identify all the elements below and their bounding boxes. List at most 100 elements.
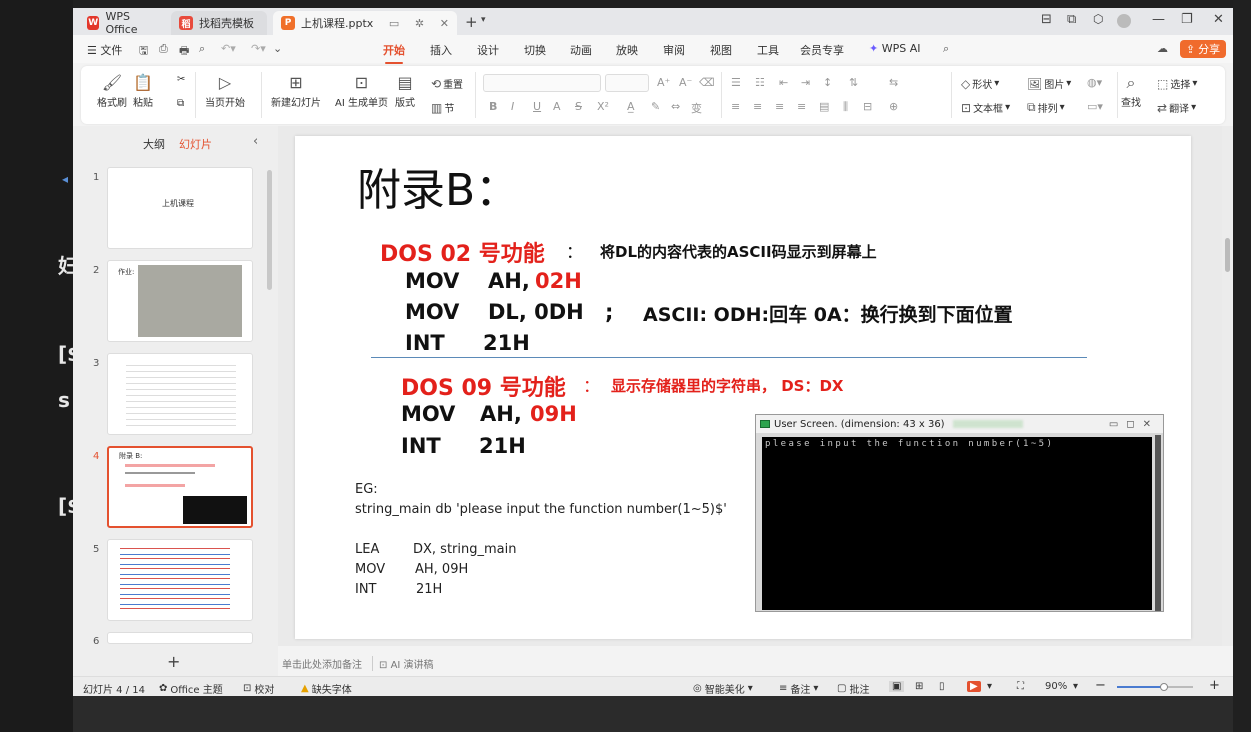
minimize-icon[interactable]: — (1152, 12, 1165, 27)
example-string[interactable]: string_main db 'please input the functio… (355, 502, 727, 517)
save-icon[interactable]: 🖫 (139, 42, 148, 61)
image-button[interactable]: 🖼 图片 ▾ (1027, 76, 1071, 92)
font-size-dropdown[interactable] (605, 74, 649, 92)
slide-thumbnail-1[interactable]: 上机课程 (107, 167, 253, 249)
text-direction-icon[interactable]: ⇅ (849, 76, 858, 89)
justify-icon[interactable]: ≡ (797, 100, 806, 113)
menu-view[interactable]: 视图 (710, 42, 732, 58)
cloud-upload-icon[interactable]: ☁ (1157, 42, 1168, 55)
undo-icon[interactable]: ↶▾ (221, 42, 236, 55)
share-button[interactable]: ⇪ 分享 (1180, 40, 1226, 58)
example-mov[interactable]: MOV (355, 562, 385, 577)
increase-indent-icon[interactable]: ⇥ (801, 76, 810, 89)
grow-font-icon[interactable]: A⁺ (657, 76, 670, 89)
reset-button[interactable]: ⟲ 重置 (431, 76, 463, 92)
paste-button[interactable]: 📋 粘贴 (133, 72, 153, 109)
add-slide-icon[interactable]: + (167, 652, 180, 671)
tab-close-icon[interactable]: ✕ (440, 17, 449, 30)
align-center-icon[interactable]: ≡ (753, 100, 762, 113)
numbering-icon[interactable]: ☷ (755, 76, 765, 89)
textbox-button[interactable]: ⊡ 文本框 ▾ (961, 100, 1010, 116)
slide-counter[interactable]: 幻灯片 4 / 14 (83, 681, 145, 696)
fill-color-icon[interactable]: ◍▾ (1087, 76, 1102, 89)
phonetic-icon[interactable]: 变 (691, 100, 702, 116)
menu-wps-ai[interactable]: ✦ WPS AI (869, 42, 920, 55)
shrink-font-icon[interactable]: A⁻ (679, 76, 692, 89)
dos02-label[interactable]: DOS 02 号功能 (380, 236, 545, 268)
line-spacing-icon[interactable]: ↕ (823, 76, 832, 89)
slide-thumbnail-3[interactable] (107, 353, 253, 435)
notes-placeholder[interactable]: 单击此处添加备注 (282, 656, 362, 671)
preview-icon[interactable]: ⌕ (199, 42, 205, 56)
underline-icon[interactable]: U (533, 100, 541, 113)
code-mov[interactable]: MOV (405, 269, 459, 293)
dos09-desc[interactable]: 显示存储器里的字符串， DS：DX (611, 375, 844, 396)
play-from-current-button[interactable]: ▷ 当页开始 (205, 72, 245, 109)
cube-icon[interactable]: ⬡ (1093, 12, 1103, 26)
dos02-desc[interactable]: 将DL的内容代表的ASCII码显示到屏幕上 (600, 241, 877, 262)
shadow-icon[interactable]: A (553, 100, 561, 113)
code-int[interactable]: INT (401, 434, 441, 458)
redo-icon[interactable]: ↷▾ (251, 42, 266, 55)
slide-thumbnail-5[interactable] (107, 539, 253, 621)
multi-window-icon[interactable]: ⧉ (1067, 12, 1076, 27)
code-02h[interactable]: 02H (535, 269, 582, 293)
char-spacing-icon[interactable]: ⇔ (671, 100, 680, 113)
example-mov-arg[interactable]: AH, 09H (415, 562, 468, 577)
quick-access-chevron-icon[interactable]: ⌄ (273, 42, 282, 55)
menu-slideshow[interactable]: 放映 (616, 42, 638, 58)
slide-thumbnail-6[interactable] (107, 632, 253, 644)
outline-color-icon[interactable]: ▭▾ (1087, 100, 1103, 113)
theme-button[interactable]: ✿ Office 主题 (159, 681, 223, 696)
code-21h[interactable]: 21H (479, 434, 526, 458)
dos09-label[interactable]: DOS 09 号功能 (401, 370, 566, 402)
export-icon[interactable]: ⎙ (159, 42, 168, 56)
example-label[interactable]: EG: (355, 482, 378, 497)
menu-insert[interactable]: 插入 (430, 42, 452, 58)
smartart-icon[interactable]: ⊕ (889, 100, 898, 113)
bold-icon[interactable]: B (489, 100, 497, 113)
translate-button[interactable]: ⇄ 翻译 ▾ (1157, 100, 1196, 116)
canvas-vertical-scrollbar[interactable] (1222, 126, 1233, 646)
tab-list-chevron-icon[interactable]: ▾ (481, 15, 486, 25)
normal-view-icon[interactable]: ▣ (889, 681, 905, 692)
reading-view-icon[interactable]: ▯ (939, 681, 945, 692)
scroll-thumb[interactable] (1225, 238, 1230, 272)
menu-review[interactable]: 审阅 (663, 42, 685, 58)
example-int-arg[interactable]: 21H (416, 582, 442, 597)
tab-window-icon[interactable]: ▭ (389, 17, 399, 30)
zoom-slider-knob[interactable] (1160, 683, 1169, 691)
menu-tools[interactable]: 工具 (757, 42, 779, 58)
restore-icon[interactable]: ❐ (1181, 12, 1193, 27)
ai-slide-button[interactable]: ⊡ AI 生成单页 (335, 72, 388, 109)
copy-icon[interactable]: ⧉ (177, 98, 184, 109)
comments-button[interactable]: ▢ 批注 (837, 681, 869, 696)
menu-design[interactable]: 设计 (477, 42, 499, 58)
convert-icon[interactable]: ⇆ (889, 76, 898, 89)
beautify-button[interactable]: ◎ 智能美化 ▾ (693, 681, 753, 696)
find-button[interactable]: ⌕ 查找 (1121, 72, 1141, 109)
code-dl[interactable]: DL, 0DH (488, 300, 584, 324)
proof-button[interactable]: ⊡ 校对 (243, 681, 274, 696)
section-button[interactable]: ▥ 节 (431, 100, 454, 116)
notes-toggle-button[interactable]: ≡ 备注 ▾ (779, 681, 818, 696)
example-int[interactable]: INT (355, 582, 377, 597)
font-color-icon[interactable]: A̲ (627, 100, 635, 113)
example-lea[interactable]: LEA (355, 542, 379, 557)
align-right-icon[interactable]: ≡ (775, 100, 784, 113)
zoom-out-icon[interactable]: − (1095, 678, 1106, 693)
menu-file[interactable]: ☰ 文件 (87, 42, 122, 58)
close-window-icon[interactable]: ✕ (1213, 12, 1224, 27)
zoom-in-icon[interactable]: + (1209, 678, 1220, 693)
tab-pptx[interactable]: P 上机课程.pptx ▭ ✲ ✕ (273, 11, 457, 35)
sorter-view-icon[interactable]: ⊞ (915, 681, 923, 692)
menu-member[interactable]: 会员专享 (800, 42, 844, 58)
code-mov[interactable]: MOV (401, 402, 455, 426)
tab-pin-icon[interactable]: ✲ (415, 17, 424, 30)
collapse-panel-icon[interactable]: ‹ (253, 134, 258, 149)
search-icon[interactable]: ⌕ (943, 42, 949, 56)
clear-format-icon[interactable]: ⌫ (699, 76, 715, 89)
play-slideshow-icon[interactable]: ▶ (967, 681, 981, 692)
slide-thumbnail-4[interactable]: 附录 B: (107, 446, 253, 528)
tab-template[interactable]: 稻 找稻壳模板 (171, 11, 267, 35)
